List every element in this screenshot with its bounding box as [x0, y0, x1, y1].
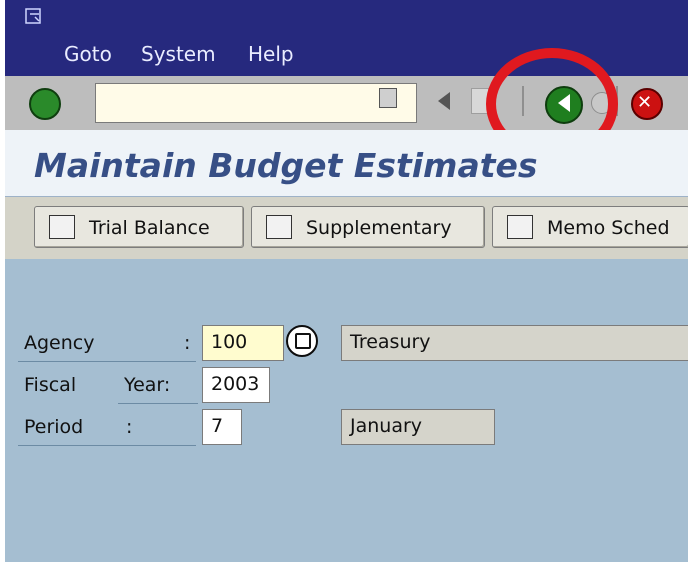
agency-input[interactable]: 100: [202, 325, 284, 361]
collapse-arrow-icon[interactable]: [438, 92, 450, 110]
fiscal-year-input[interactable]: 2003: [202, 367, 270, 403]
trial-balance-icon: [49, 215, 75, 239]
agency-description: Treasury: [341, 325, 688, 361]
supplementary-icon: [266, 215, 292, 239]
menu-system[interactable]: System: [141, 42, 216, 66]
year-label: Year:: [124, 374, 171, 396]
memo-schedule-icon: [507, 215, 533, 239]
fiscal-label: Fiscal: [24, 374, 77, 396]
command-field-icon[interactable]: [379, 88, 397, 108]
possible-entries-icon: [295, 333, 311, 349]
agency-possible-entries-button[interactable]: [286, 325, 318, 357]
fiscal-year-underline: [118, 403, 198, 404]
period-underline: [18, 445, 196, 446]
enter-button[interactable]: [29, 88, 61, 120]
period-colon: :: [126, 416, 133, 438]
sap-window: Goto System Help ✕ Maintain Budget Estim…: [0, 0, 688, 562]
supplementary-button[interactable]: Supplementary: [251, 206, 485, 248]
memo-schedule-button[interactable]: Memo Sched: [492, 206, 688, 248]
menu-goto[interactable]: Goto: [64, 42, 112, 66]
command-field[interactable]: [95, 83, 417, 123]
page-title: Maintain Budget Estimates: [34, 146, 538, 185]
menu-help[interactable]: Help: [248, 42, 294, 66]
agency-label: Agency: [24, 332, 95, 354]
cancel-x-icon: ✕: [637, 92, 653, 113]
period-input[interactable]: 7: [202, 409, 242, 445]
system-menu-icon[interactable]: [25, 8, 41, 24]
trial-balance-button[interactable]: Trial Balance: [34, 206, 244, 248]
period-description: January: [341, 409, 495, 445]
agency-underline: [18, 361, 196, 362]
agency-colon: :: [184, 332, 191, 354]
period-label: Period: [24, 416, 84, 438]
